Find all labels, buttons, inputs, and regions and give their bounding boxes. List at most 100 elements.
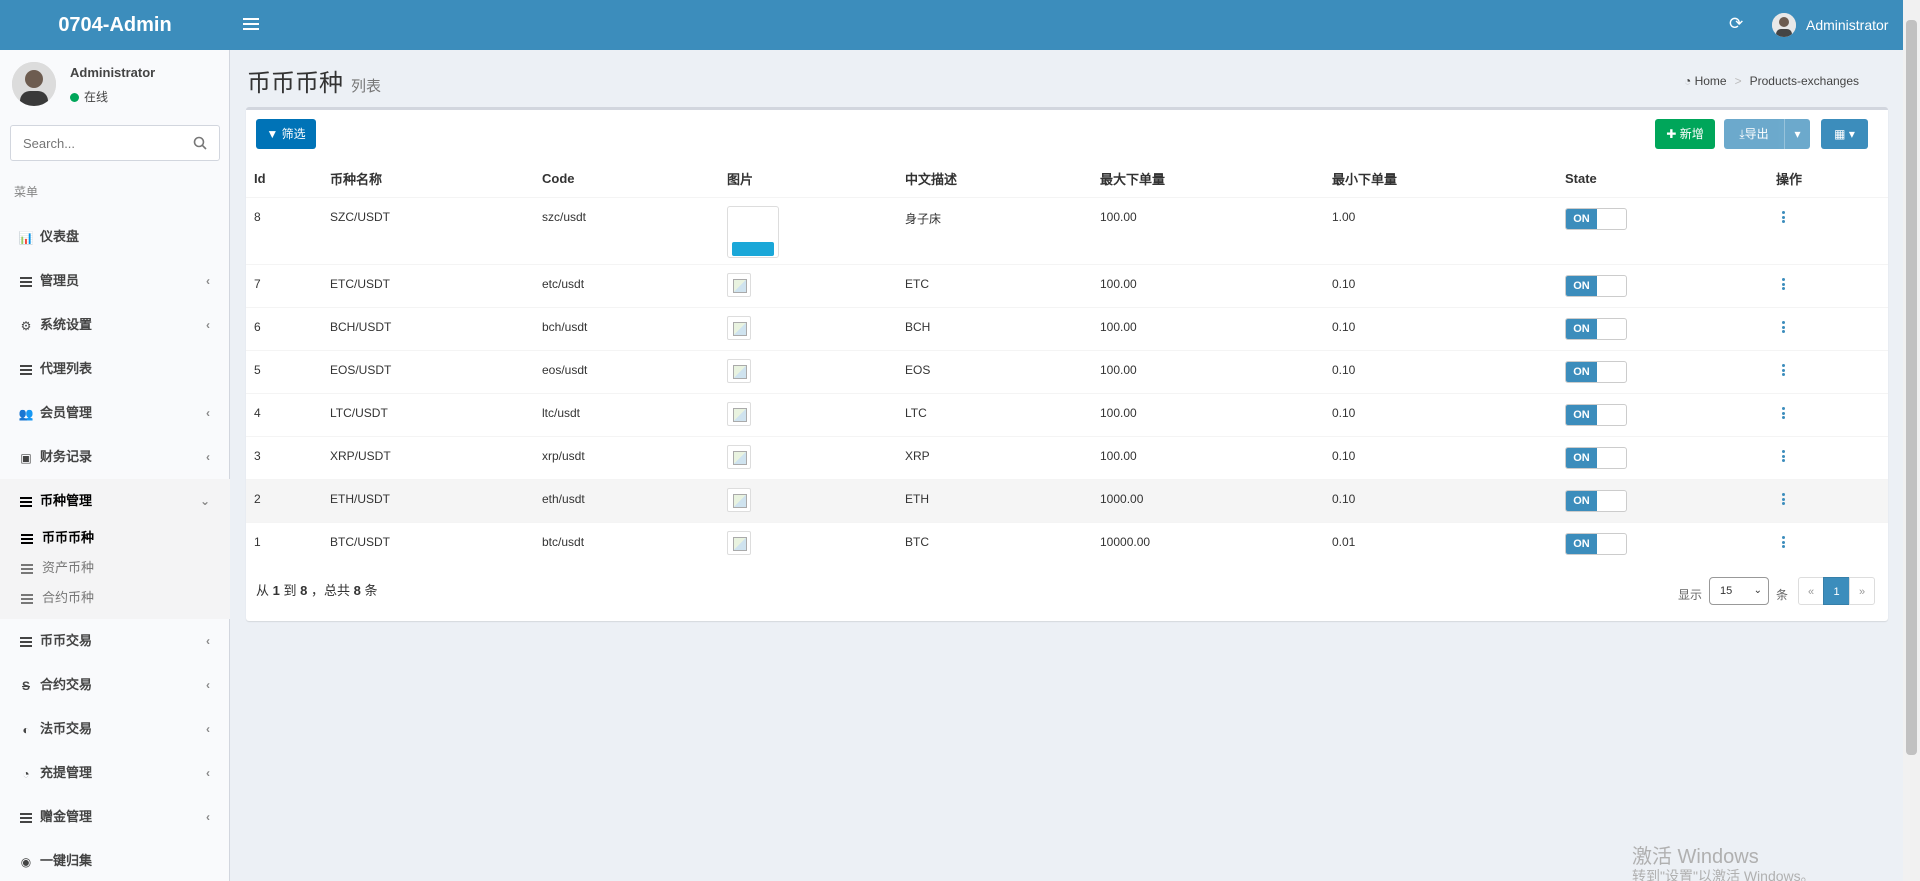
- export-dropdown-button[interactable]: ▾: [1784, 119, 1810, 149]
- sidebar-item-currency[interactable]: 币种管理 ⌄: [0, 479, 230, 523]
- state-toggle[interactable]: ON: [1565, 403, 1627, 426]
- sidebar-item-dashboard[interactable]: 📊 仪表盘: [0, 215, 230, 259]
- broken-image-icon[interactable]: [727, 358, 751, 383]
- breadcrumb: ◔ Home > Products-exchanges: [1684, 74, 1859, 88]
- state-toggle[interactable]: ON: [1565, 360, 1627, 383]
- broken-image-icon[interactable]: [727, 401, 751, 426]
- sidebar-item-settings[interactable]: ⚙ 系统设置 ‹: [0, 303, 230, 347]
- user-status: 在线: [70, 88, 108, 105]
- more-vertical-icon[interactable]: [1776, 277, 1790, 292]
- toggle-on-label: ON: [1566, 533, 1597, 554]
- column-header-max[interactable]: 最大下单量: [1092, 160, 1324, 198]
- refresh-icon[interactable]: ⟳: [1729, 14, 1743, 34]
- cell-actions: [1768, 392, 1888, 436]
- column-header-state[interactable]: State: [1557, 160, 1768, 198]
- broken-image-icon[interactable]: [727, 444, 751, 469]
- sidebar-subitem-contract-currency[interactable]: 合约币种: [0, 583, 230, 613]
- breadcrumb-separator: >: [1734, 74, 1742, 88]
- page-size-select[interactable]: 15 ⌄: [1709, 577, 1769, 605]
- sidebar-item-deposit-withdraw[interactable]: ◔ 充提管理 ‹: [0, 751, 230, 795]
- prev-page-button[interactable]: «: [1798, 577, 1824, 605]
- toggle-on-label: ON: [1566, 490, 1597, 511]
- column-header-min[interactable]: 最小下单量: [1324, 160, 1557, 198]
- more-vertical-icon[interactable]: [1776, 320, 1790, 335]
- state-toggle[interactable]: ON: [1565, 532, 1627, 555]
- broken-image-icon[interactable]: [727, 272, 751, 297]
- cell-actions: [1768, 435, 1888, 479]
- sidebar-menu: 📊 仪表盘 管理员 ‹ ⚙ 系统设置 ‹ 代理列表 👥 会员管理 ‹ ▣ 财务记录 ‹ 币种管理…: [0, 215, 230, 881]
- page-scrollbar[interactable]: [1903, 0, 1920, 881]
- sidebar-item-collect[interactable]: ◉ 一键归集: [0, 839, 230, 881]
- sidebar-subitem-spot-currency[interactable]: 币币币种: [0, 523, 230, 553]
- more-vertical-icon[interactable]: [1776, 406, 1790, 421]
- cell-id: 2: [246, 478, 322, 522]
- coin-logo-image[interactable]: [727, 205, 779, 258]
- column-header-name[interactable]: 币种名称: [322, 160, 534, 198]
- search-input[interactable]: [11, 126, 181, 160]
- state-toggle[interactable]: ON: [1565, 207, 1627, 230]
- list-icon: [20, 583, 34, 613]
- sidebar-item-label: 代理列表: [40, 361, 93, 376]
- page-button-1[interactable]: 1: [1823, 577, 1850, 605]
- server-icon: [18, 260, 34, 304]
- more-vertical-icon[interactable]: [1776, 492, 1790, 507]
- sidebar-item-bonus[interactable]: 赠金管理 ‹: [0, 795, 230, 839]
- export-label: 导出: [1744, 127, 1769, 141]
- state-toggle[interactable]: ON: [1565, 489, 1627, 512]
- column-header-id[interactable]: Id: [246, 160, 322, 198]
- users-icon: 👥: [18, 406, 34, 421]
- page-size-label: 显示: [1678, 588, 1703, 602]
- filter-button[interactable]: ▼ 筛选: [256, 119, 316, 149]
- export-button[interactable]: ⤓导出: [1724, 119, 1784, 149]
- scrollbar-thumb[interactable]: [1906, 20, 1917, 755]
- cell-min: 0.10: [1324, 435, 1557, 479]
- cell-image: [719, 349, 897, 393]
- cell-state: ON: [1557, 306, 1768, 350]
- cell-state: ON: [1557, 435, 1768, 479]
- sidebar-item-label: 会员管理: [40, 405, 93, 420]
- column-header-image[interactable]: 图片: [719, 160, 897, 198]
- summary-to-word: 到: [283, 583, 297, 598]
- sidebar-item-members[interactable]: 👥 会员管理 ‹: [0, 391, 230, 435]
- breadcrumb-home[interactable]: Home: [1695, 74, 1727, 88]
- next-page-button[interactable]: »: [1849, 577, 1875, 605]
- sidebar-item-fiat-trade[interactable]: ◐ 法币交易 ‹: [0, 707, 230, 751]
- cell-max: 100.00: [1092, 349, 1324, 393]
- columns-button[interactable]: ▦ ▾: [1821, 119, 1868, 149]
- cell-max: 1000.00: [1092, 478, 1324, 522]
- sidebar-item-finance[interactable]: ▣ 财务记录 ‹: [0, 435, 230, 479]
- more-vertical-icon[interactable]: [1776, 535, 1790, 550]
- broken-image-icon[interactable]: [727, 315, 751, 340]
- column-header-code[interactable]: Code: [534, 160, 719, 198]
- sidebar-item-agents[interactable]: 代理列表: [0, 347, 230, 391]
- add-button[interactable]: ✚ 新增: [1655, 119, 1715, 149]
- cell-state: ON: [1557, 263, 1768, 307]
- header-user-name[interactable]: Administrator: [1806, 17, 1888, 33]
- state-toggle[interactable]: ON: [1565, 446, 1627, 469]
- circle-dot-icon: ◉: [20, 854, 32, 869]
- sidebar-item-spot-trade[interactable]: 币币交易 ‹: [0, 619, 230, 663]
- header-avatar[interactable]: [1772, 13, 1796, 37]
- state-toggle[interactable]: ON: [1565, 274, 1627, 297]
- cell-state: ON: [1557, 521, 1768, 565]
- sidebar-subitem-asset-currency[interactable]: 资产币种: [0, 553, 230, 583]
- column-header-desc[interactable]: 中文描述: [897, 160, 1092, 198]
- more-vertical-icon[interactable]: [1776, 210, 1790, 225]
- sidebar-subitem-label: 币币币种: [42, 530, 95, 545]
- more-vertical-icon[interactable]: [1776, 363, 1790, 378]
- sidebar-toggle-icon[interactable]: [243, 15, 259, 35]
- state-toggle[interactable]: ON: [1565, 317, 1627, 340]
- broken-image-icon[interactable]: [727, 530, 751, 555]
- cell-min: 0.10: [1324, 306, 1557, 350]
- app-logo[interactable]: 0704-Admin: [0, 0, 230, 50]
- sidebar-item-contract-trade[interactable]: S 合约交易 ‹: [0, 663, 230, 707]
- table-header-row: Id 币种名称 Code 图片 中文描述 最大下单量 最小下单量 State 操…: [246, 160, 1888, 198]
- sidebar-item-admins[interactable]: 管理员 ‹: [0, 259, 230, 303]
- cell-code: eos/usdt: [534, 349, 719, 393]
- search-icon[interactable]: [193, 136, 207, 150]
- broken-image-icon[interactable]: [727, 487, 751, 512]
- cell-min: 1.00: [1324, 196, 1557, 264]
- cell-desc: BCH: [897, 306, 1092, 350]
- more-vertical-icon[interactable]: [1776, 449, 1790, 464]
- summary-to: 8: [300, 583, 308, 598]
